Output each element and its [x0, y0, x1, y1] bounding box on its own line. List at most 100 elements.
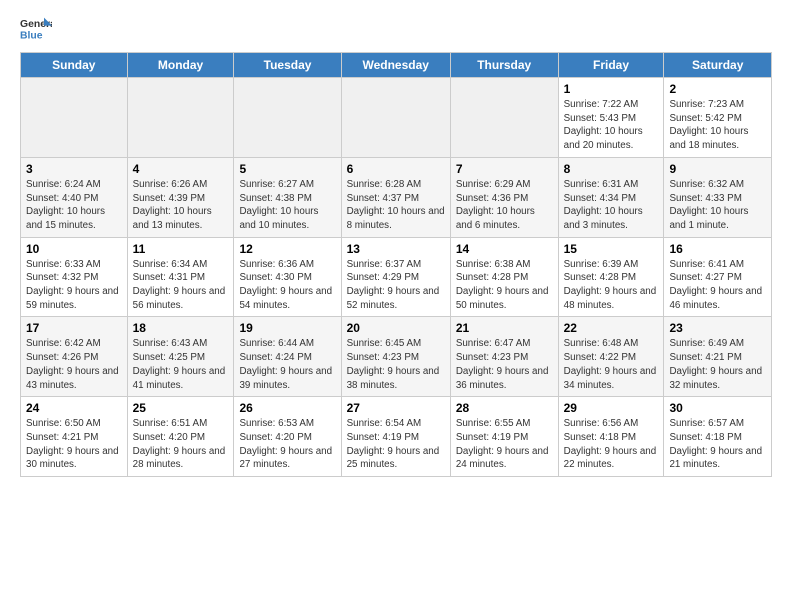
day-info: Sunrise: 6:57 AM Sunset: 4:18 PM Dayligh…	[669, 417, 766, 472]
day-info: Sunrise: 6:43 AM Sunset: 4:25 PM Dayligh…	[133, 337, 229, 392]
day-number: 3	[26, 162, 122, 176]
day-number: 18	[133, 321, 229, 335]
day-info: Sunrise: 6:38 AM Sunset: 4:28 PM Dayligh…	[456, 258, 553, 313]
calendar-cell: 2Sunrise: 7:23 AM Sunset: 5:42 PM Daylig…	[664, 78, 772, 158]
day-info: Sunrise: 6:55 AM Sunset: 4:19 PM Dayligh…	[456, 417, 553, 472]
day-number: 6	[347, 162, 445, 176]
calendar-cell: 16Sunrise: 6:41 AM Sunset: 4:27 PM Dayli…	[664, 237, 772, 317]
calendar-cell: 7 Sunrise: 6:29 AM Sunset: 4:36 PM Daylig…	[450, 157, 558, 237]
day-number: 23	[669, 321, 766, 335]
calendar-cell: 6 Sunrise: 6:28 AM Sunset: 4:37 PM Daylig…	[341, 157, 450, 237]
day-info: Sunrise: 6:56 AM Sunset: 4:18 PM Dayligh…	[564, 417, 659, 472]
calendar-cell: 25 Sunrise: 6:51 AM Sunset: 4:20 PM Dayli…	[127, 397, 234, 477]
col-header-saturday: Saturday	[664, 53, 772, 78]
day-info: Sunrise: 7:22 AM Sunset: 5:43 PM Dayligh…	[564, 98, 659, 153]
calendar-cell: 27 Sunrise: 6:54 AM Sunset: 4:19 PM Dayli…	[341, 397, 450, 477]
day-number: 19	[239, 321, 335, 335]
col-header-monday: Monday	[127, 53, 234, 78]
day-info: Sunrise: 6:47 AM Sunset: 4:23 PM Dayligh…	[456, 337, 553, 392]
calendar-cell: 3 Sunrise: 6:24 AM Sunset: 4:40 PM Daylig…	[21, 157, 128, 237]
day-info: Sunrise: 6:24 AM Sunset: 4:40 PM Dayligh…	[26, 178, 122, 233]
col-header-tuesday: Tuesday	[234, 53, 341, 78]
day-number: 22	[564, 321, 659, 335]
day-info: Sunrise: 6:36 AM Sunset: 4:30 PM Dayligh…	[239, 258, 335, 313]
week-row-5: 24 Sunrise: 6:50 AM Sunset: 4:21 PM Dayli…	[21, 397, 772, 477]
day-number: 5	[239, 162, 335, 176]
week-row-3: 10 Sunrise: 6:33 AM Sunset: 4:32 PM Dayli…	[21, 237, 772, 317]
calendar-cell: 17 Sunrise: 6:42 AM Sunset: 4:26 PM Dayli…	[21, 317, 128, 397]
day-number: 21	[456, 321, 553, 335]
day-number: 24	[26, 401, 122, 415]
day-number: 1	[564, 82, 659, 96]
day-number: 13	[347, 242, 445, 256]
day-info: Sunrise: 6:33 AM Sunset: 4:32 PM Dayligh…	[26, 258, 122, 313]
day-info: Sunrise: 6:42 AM Sunset: 4:26 PM Dayligh…	[26, 337, 122, 392]
calendar-cell: 5 Sunrise: 6:27 AM Sunset: 4:38 PM Daylig…	[234, 157, 341, 237]
day-info: Sunrise: 6:45 AM Sunset: 4:23 PM Dayligh…	[347, 337, 445, 392]
week-row-4: 17 Sunrise: 6:42 AM Sunset: 4:26 PM Dayli…	[21, 317, 772, 397]
day-info: Sunrise: 6:32 AM Sunset: 4:33 PM Dayligh…	[669, 178, 766, 233]
day-number: 7	[456, 162, 553, 176]
day-info: Sunrise: 6:28 AM Sunset: 4:37 PM Dayligh…	[347, 178, 445, 233]
day-info: Sunrise: 6:54 AM Sunset: 4:19 PM Dayligh…	[347, 417, 445, 472]
page: General Blue SundayMondayTuesdayWednesda…	[0, 0, 792, 487]
calendar-cell: 9 Sunrise: 6:32 AM Sunset: 4:33 PM Daylig…	[664, 157, 772, 237]
calendar-cell: 1 Sunrise: 7:22 AM Sunset: 5:43 PM Daylig…	[558, 78, 664, 158]
calendar-cell: 8 Sunrise: 6:31 AM Sunset: 4:34 PM Daylig…	[558, 157, 664, 237]
calendar-cell: 12Sunrise: 6:36 AM Sunset: 4:30 PM Dayli…	[234, 237, 341, 317]
calendar-cell: 24 Sunrise: 6:50 AM Sunset: 4:21 PM Dayli…	[21, 397, 128, 477]
col-header-sunday: Sunday	[21, 53, 128, 78]
day-number: 20	[347, 321, 445, 335]
col-header-friday: Friday	[558, 53, 664, 78]
col-header-wednesday: Wednesday	[341, 53, 450, 78]
calendar-cell: 22 Sunrise: 6:48 AM Sunset: 4:22 PM Dayli…	[558, 317, 664, 397]
day-number: 10	[26, 242, 122, 256]
day-number: 30	[669, 401, 766, 415]
calendar-cell: 15 Sunrise: 6:39 AM Sunset: 4:28 PM Dayli…	[558, 237, 664, 317]
header: General Blue	[20, 16, 772, 44]
day-number: 8	[564, 162, 659, 176]
svg-text:Blue: Blue	[20, 30, 43, 41]
day-number: 28	[456, 401, 553, 415]
calendar-cell	[234, 78, 341, 158]
day-info: Sunrise: 6:50 AM Sunset: 4:21 PM Dayligh…	[26, 417, 122, 472]
calendar-cell: 10 Sunrise: 6:33 AM Sunset: 4:32 PM Dayli…	[21, 237, 128, 317]
logo-icon: General Blue	[20, 16, 52, 44]
day-number: 16	[669, 242, 766, 256]
calendar-cell: 30 Sunrise: 6:57 AM Sunset: 4:18 PM Dayli…	[664, 397, 772, 477]
day-number: 14	[456, 242, 553, 256]
logo: General Blue	[20, 16, 52, 44]
calendar-table: SundayMondayTuesdayWednesdayThursdayFrid…	[20, 52, 772, 477]
day-info: Sunrise: 6:27 AM Sunset: 4:38 PM Dayligh…	[239, 178, 335, 233]
calendar-cell: 20 Sunrise: 6:45 AM Sunset: 4:23 PM Dayli…	[341, 317, 450, 397]
day-number: 2	[669, 82, 766, 96]
day-info: Sunrise: 6:37 AM Sunset: 4:29 PM Dayligh…	[347, 258, 445, 313]
day-number: 9	[669, 162, 766, 176]
calendar-cell: 13 Sunrise: 6:37 AM Sunset: 4:29 PM Dayli…	[341, 237, 450, 317]
day-info: Sunrise: 6:29 AM Sunset: 4:36 PM Dayligh…	[456, 178, 553, 233]
week-row-1: 1 Sunrise: 7:22 AM Sunset: 5:43 PM Daylig…	[21, 78, 772, 158]
day-info: Sunrise: 6:51 AM Sunset: 4:20 PM Dayligh…	[133, 417, 229, 472]
calendar-cell	[21, 78, 128, 158]
day-info: Sunrise: 6:31 AM Sunset: 4:34 PM Dayligh…	[564, 178, 659, 233]
day-number: 15	[564, 242, 659, 256]
day-info: Sunrise: 6:48 AM Sunset: 4:22 PM Dayligh…	[564, 337, 659, 392]
calendar-cell: 26Sunrise: 6:53 AM Sunset: 4:20 PM Dayli…	[234, 397, 341, 477]
calendar-cell	[341, 78, 450, 158]
day-info: Sunrise: 6:49 AM Sunset: 4:21 PM Dayligh…	[669, 337, 766, 392]
calendar-cell: 28 Sunrise: 6:55 AM Sunset: 4:19 PM Dayli…	[450, 397, 558, 477]
calendar-cell	[450, 78, 558, 158]
day-number: 29	[564, 401, 659, 415]
day-info: Sunrise: 6:39 AM Sunset: 4:28 PM Dayligh…	[564, 258, 659, 313]
calendar-cell: 18 Sunrise: 6:43 AM Sunset: 4:25 PM Dayli…	[127, 317, 234, 397]
day-info: Sunrise: 6:53 AM Sunset: 4:20 PM Dayligh…	[239, 417, 335, 472]
day-number: 17	[26, 321, 122, 335]
calendar-cell: 29 Sunrise: 6:56 AM Sunset: 4:18 PM Dayli…	[558, 397, 664, 477]
header-row: SundayMondayTuesdayWednesdayThursdayFrid…	[21, 53, 772, 78]
calendar-cell: 19Sunrise: 6:44 AM Sunset: 4:24 PM Dayli…	[234, 317, 341, 397]
week-row-2: 3 Sunrise: 6:24 AM Sunset: 4:40 PM Daylig…	[21, 157, 772, 237]
day-info: Sunrise: 6:26 AM Sunset: 4:39 PM Dayligh…	[133, 178, 229, 233]
day-number: 27	[347, 401, 445, 415]
day-number: 11	[133, 242, 229, 256]
day-number: 25	[133, 401, 229, 415]
